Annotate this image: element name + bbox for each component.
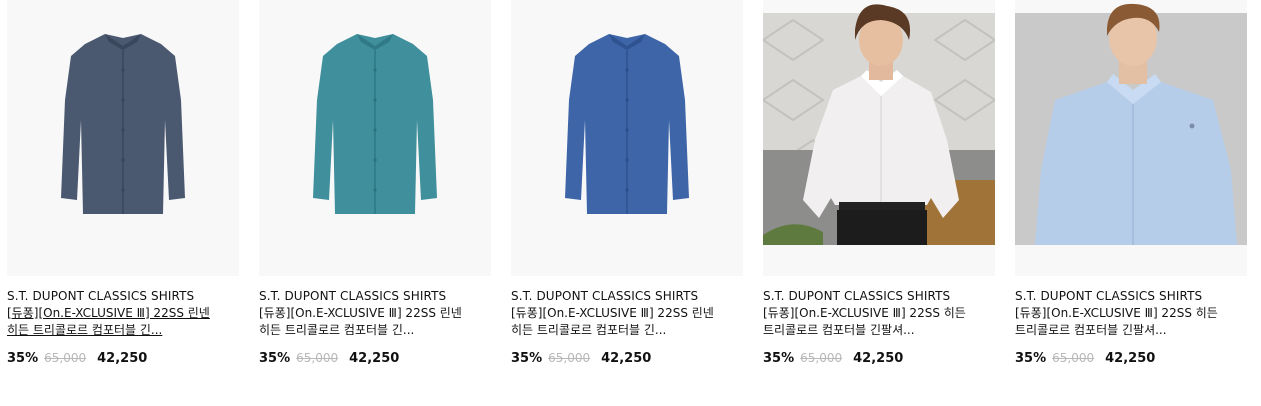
product-name-link[interactable]: [듀퐁][On.E-XCLUSIVE Ⅲ] 22SS 린넨 히든 트리콜로르 컴… [511, 305, 717, 339]
sale-price: 42,250 [853, 351, 904, 366]
price-row: 35% 65,000 42,250 [1015, 351, 1155, 369]
product-name-link[interactable]: [듀퐁][On.E-XCLUSIVE Ⅲ] 22SS 히든 트리콜로르 컴포터블… [1015, 305, 1221, 339]
product-card[interactable]: S.T. DUPONT CLASSICS SHIRTS [듀퐁][On.E-XC… [7, 0, 239, 380]
sale-price: 42,250 [601, 351, 652, 366]
product-card[interactable]: S.T. DUPONT CLASSICS SHIRTS [듀퐁][On.E-XC… [1015, 0, 1247, 380]
original-price: 65,000 [44, 351, 87, 365]
sale-price: 42,250 [349, 351, 400, 366]
product-grid: S.T. DUPONT CLASSICS SHIRTS [듀퐁][On.E-XC… [0, 0, 1261, 406]
price-row: 35% 65,000 42,250 [511, 351, 651, 369]
original-price: 65,000 [800, 351, 843, 365]
discount-rate: 35% [763, 351, 795, 366]
product-card[interactable]: S.T. DUPONT CLASSICS SHIRTS [듀퐁][On.E-XC… [511, 0, 743, 380]
original-price: 65,000 [296, 351, 339, 365]
discount-rate: 35% [7, 351, 39, 366]
product-card[interactable]: S.T. DUPONT CLASSICS SHIRTS [듀퐁][On.E-XC… [259, 0, 491, 380]
original-price: 65,000 [1052, 351, 1095, 365]
product-name-link[interactable]: [듀퐁][On.E-XCLUSIVE Ⅲ] 22SS 린넨 히든 트리콜로르 컴… [7, 305, 213, 339]
product-image[interactable] [7, 0, 239, 276]
price-row: 35% 65,000 42,250 [763, 351, 903, 369]
product-brand: S.T. DUPONT CLASSICS SHIRTS [1015, 289, 1203, 303]
product-name-link[interactable]: [듀퐁][On.E-XCLUSIVE Ⅲ] 22SS 린넨 히든 트리콜로르 컴… [259, 305, 465, 339]
sale-price: 42,250 [1105, 351, 1156, 366]
discount-rate: 35% [1015, 351, 1047, 366]
discount-rate: 35% [511, 351, 543, 366]
product-image[interactable] [511, 0, 743, 276]
sale-price: 42,250 [97, 351, 148, 366]
product-name-link[interactable]: [듀퐁][On.E-XCLUSIVE Ⅲ] 22SS 히든 트리콜로르 컴포터블… [763, 305, 969, 339]
price-row: 35% 65,000 42,250 [7, 351, 147, 369]
product-brand: S.T. DUPONT CLASSICS SHIRTS [259, 289, 447, 303]
product-image[interactable] [259, 0, 491, 276]
product-brand: S.T. DUPONT CLASSICS SHIRTS [7, 289, 195, 303]
original-price: 65,000 [548, 351, 591, 365]
discount-rate: 35% [259, 351, 291, 366]
product-image[interactable] [763, 0, 995, 276]
product-brand: S.T. DUPONT CLASSICS SHIRTS [763, 289, 951, 303]
product-image[interactable] [1015, 0, 1247, 276]
product-brand: S.T. DUPONT CLASSICS SHIRTS [511, 289, 699, 303]
product-card[interactable]: S.T. DUPONT CLASSICS SHIRTS [듀퐁][On.E-XC… [763, 0, 995, 380]
price-row: 35% 65,000 42,250 [259, 351, 399, 369]
